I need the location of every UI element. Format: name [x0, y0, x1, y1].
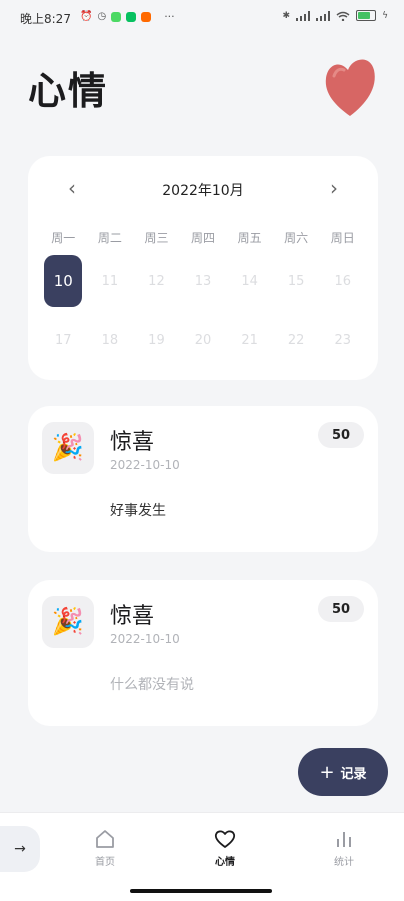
signal-icon-2 [316, 10, 331, 21]
party-popper-icon: 🎉 [42, 422, 94, 474]
mood-note: 好事发生 [110, 503, 166, 519]
calendar-day[interactable]: 14 [226, 255, 273, 307]
battery-icon [356, 10, 377, 21]
add-record-button[interactable]: + 记录 [298, 748, 388, 796]
party-popper-icon: 🎉 [42, 596, 94, 648]
mood-score-badge: 50 [318, 422, 364, 448]
calendar-day[interactable]: 19 [133, 314, 180, 366]
weekday-label: 周三 [144, 231, 169, 245]
heart-icon [325, 59, 375, 116]
status-right-icons: ✱ ϟ [283, 10, 388, 21]
home-icon [96, 830, 114, 848]
calendar-weekday-header: 周一 周二 周三 周四 周五 周六 周日 [40, 229, 366, 246]
mood-note: 什么都没有说 [110, 677, 194, 693]
nav-label-home: 首页 [95, 857, 115, 868]
calendar-day[interactable]: 12 [133, 255, 180, 307]
calendar-day[interactable]: 20 [180, 314, 227, 366]
weekday-label: 周日 [330, 231, 355, 245]
nav-item-mood[interactable]: 心情 [195, 829, 255, 868]
calendar-month-label: 2022年10月 [162, 183, 244, 199]
signal-icon [296, 10, 311, 21]
weekday-label: 周五 [237, 231, 262, 245]
more-notifications-icon: ··· [164, 10, 175, 23]
mood-entry-card[interactable]: 🎉 惊喜 2022-10-10 50 什么都没有说 [28, 580, 378, 726]
status-bar: 晚上8:27 ⏰ ◷ ··· ✱ ϟ [0, 0, 404, 34]
calendar-day[interactable]: 17 [40, 314, 87, 366]
plus-icon: + [319, 761, 335, 783]
weekday-label: 周一 [51, 231, 76, 245]
page-title: 心情 [28, 69, 109, 113]
weekday-label: 周二 [97, 231, 122, 245]
wechat-notification-icon [126, 11, 137, 22]
nav-item-home[interactable]: 首页 [75, 829, 135, 868]
mood-date: 2022-10-10 [110, 458, 180, 472]
calendar-day[interactable]: 13 [180, 255, 227, 307]
nav-item-stats[interactable]: 统计 [314, 829, 374, 868]
clock-icon: ◷ [97, 11, 107, 22]
calendar-week-row: 17 18 19 20 21 22 23 [40, 314, 366, 366]
calendar-day[interactable]: 11 [87, 255, 134, 307]
mood-name: 惊喜 [110, 604, 155, 629]
chevron-right-icon[interactable]: › [330, 176, 338, 200]
calendar-day[interactable]: 16 [319, 255, 366, 307]
mood-score-badge: 50 [318, 596, 364, 622]
app-notification-icon [111, 11, 122, 22]
bottom-navigation: → 首页 心情 统计 [0, 812, 404, 901]
mood-date: 2022-10-10 [110, 632, 180, 646]
calendar-day[interactable]: 15 [273, 255, 320, 307]
wifi-icon [336, 11, 350, 21]
status-left-icons: ⏰ ◷ ··· [80, 10, 175, 23]
mi-notification-icon [141, 11, 152, 22]
bluetooth-icon: ✱ [282, 10, 291, 21]
nav-label-mood: 心情 [215, 857, 235, 868]
arrow-right-icon[interactable]: → [0, 826, 40, 872]
home-indicator [130, 889, 272, 893]
weekday-label: 周四 [191, 231, 216, 245]
charging-icon: ϟ [382, 10, 388, 21]
heart-outline-icon [214, 830, 236, 848]
calendar-week-row: 10 11 12 13 14 15 16 [40, 255, 366, 307]
bar-chart-icon [337, 832, 351, 847]
calendar-card: ‹ 2022年10月 › 周一 周二 周三 周四 周五 周六 周日 10 11 … [28, 156, 378, 380]
nav-label-stats: 统计 [334, 857, 354, 868]
calendar-day[interactable]: 18 [87, 314, 134, 366]
weekday-label: 周六 [284, 231, 309, 245]
status-time: 晚上8:27 [20, 12, 71, 26]
calendar-day[interactable]: 22 [273, 314, 320, 366]
mood-entry-card[interactable]: 🎉 惊喜 2022-10-10 50 好事发生 [28, 406, 378, 552]
add-record-label: 记录 [340, 766, 367, 782]
calendar-day-selected[interactable]: 10 [40, 255, 87, 307]
calendar-day[interactable]: 21 [226, 314, 273, 366]
mood-name: 惊喜 [110, 430, 155, 455]
calendar-day[interactable]: 23 [319, 314, 366, 366]
alarm-icon: ⏰ [80, 11, 93, 22]
